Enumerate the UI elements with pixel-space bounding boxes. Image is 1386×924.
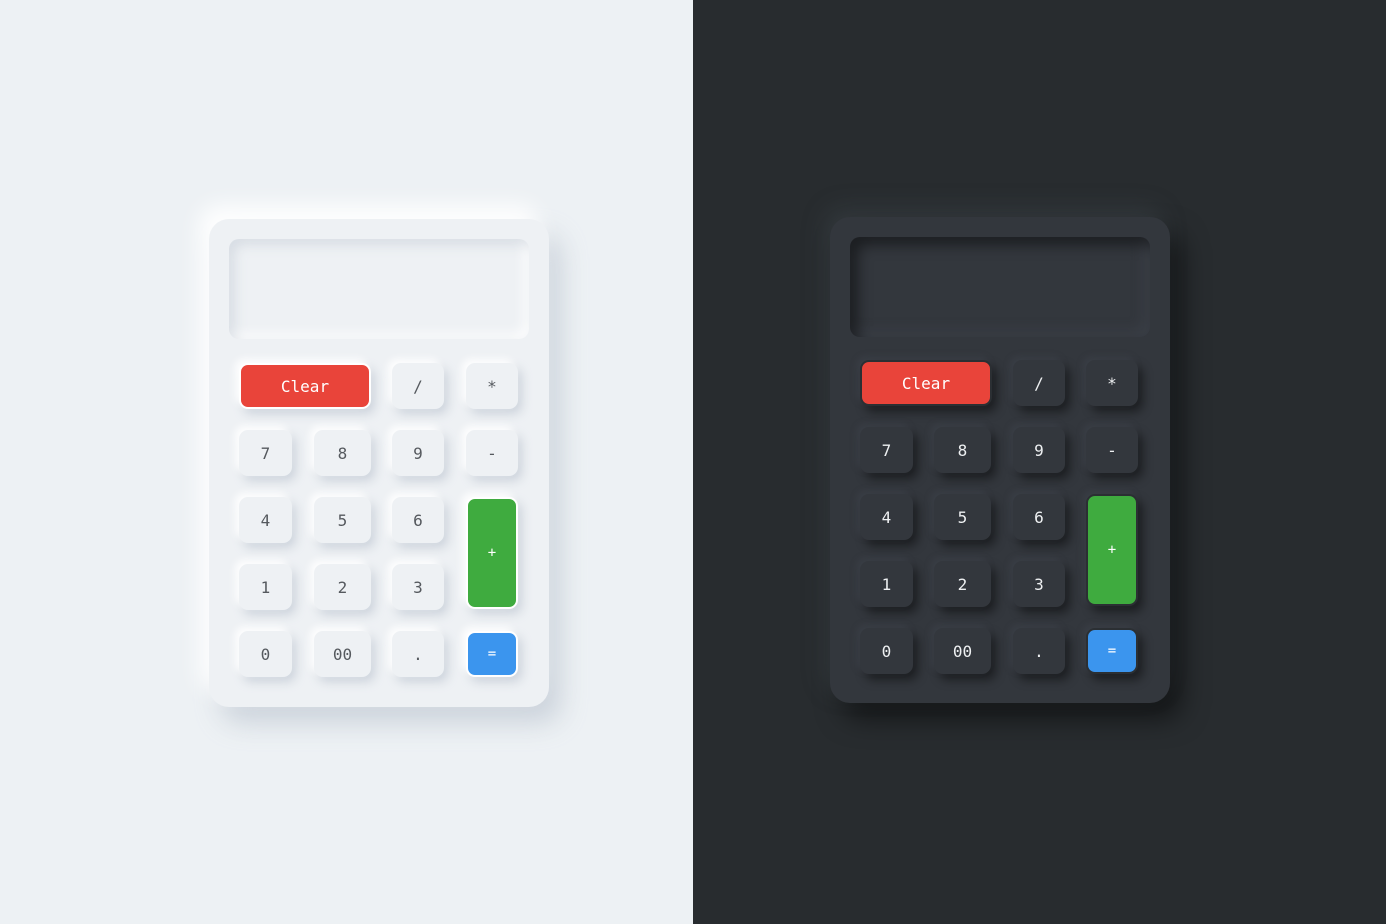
calculator-light: Clear / * 7 8 9 - 4 5 6 + 1 2 3 0 00 . =: [209, 219, 549, 707]
digit-5-button[interactable]: 5: [314, 497, 371, 543]
plus-button[interactable]: +: [466, 497, 518, 609]
double-zero-button[interactable]: 00: [934, 628, 991, 674]
minus-button[interactable]: -: [466, 430, 518, 476]
decimal-button[interactable]: .: [392, 631, 444, 677]
clear-button[interactable]: Clear: [860, 360, 992, 406]
digit-8-button[interactable]: 8: [934, 427, 991, 473]
digit-5-button[interactable]: 5: [934, 494, 991, 540]
multiply-button[interactable]: *: [1086, 360, 1138, 406]
light-theme-panel: Clear / * 7 8 9 - 4 5 6 + 1 2 3 0 00 . =: [0, 0, 693, 924]
plus-button[interactable]: +: [1086, 494, 1138, 606]
equals-button[interactable]: =: [466, 631, 518, 677]
divide-button[interactable]: /: [392, 363, 444, 409]
divide-button[interactable]: /: [1013, 360, 1065, 406]
digit-7-button[interactable]: 7: [860, 427, 913, 473]
digit-9-button[interactable]: 9: [392, 430, 444, 476]
minus-button[interactable]: -: [1086, 427, 1138, 473]
decimal-button[interactable]: .: [1013, 628, 1065, 674]
digit-1-button[interactable]: 1: [860, 561, 913, 607]
digit-4-button[interactable]: 4: [239, 497, 292, 543]
digit-3-button[interactable]: 3: [1013, 561, 1065, 607]
clear-button[interactable]: Clear: [239, 363, 371, 409]
equals-button[interactable]: =: [1086, 628, 1138, 674]
calculator-display: [229, 239, 529, 339]
digit-6-button[interactable]: 6: [1013, 494, 1065, 540]
multiply-button[interactable]: *: [466, 363, 518, 409]
digit-3-button[interactable]: 3: [392, 564, 444, 610]
digit-8-button[interactable]: 8: [314, 430, 371, 476]
digit-9-button[interactable]: 9: [1013, 427, 1065, 473]
digit-2-button[interactable]: 2: [934, 561, 991, 607]
double-zero-button[interactable]: 00: [314, 631, 371, 677]
calculator-display: [850, 237, 1150, 337]
digit-4-button[interactable]: 4: [860, 494, 913, 540]
digit-0-button[interactable]: 0: [860, 628, 913, 674]
digit-6-button[interactable]: 6: [392, 497, 444, 543]
dark-theme-panel: Clear / * 7 8 9 - 4 5 6 + 1 2 3 0 00 . =: [693, 0, 1386, 924]
digit-2-button[interactable]: 2: [314, 564, 371, 610]
digit-7-button[interactable]: 7: [239, 430, 292, 476]
digit-1-button[interactable]: 1: [239, 564, 292, 610]
digit-0-button[interactable]: 0: [239, 631, 292, 677]
calculator-dark: Clear / * 7 8 9 - 4 5 6 + 1 2 3 0 00 . =: [830, 217, 1170, 703]
